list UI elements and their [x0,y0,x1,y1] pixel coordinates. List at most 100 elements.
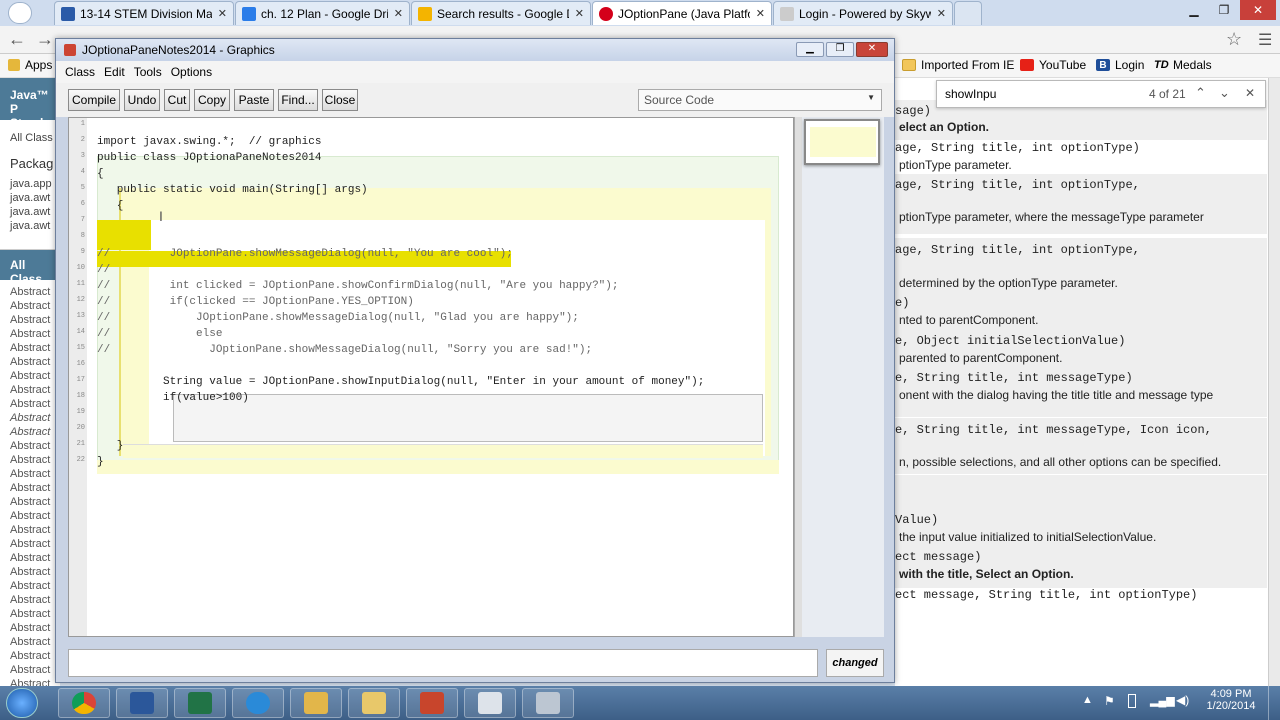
taskbar-outlook[interactable] [290,688,342,718]
apps-bookmark[interactable]: Apps [8,58,52,72]
taskbar-ie[interactable] [232,688,284,718]
class-link[interactable]: Abstract [0,510,60,524]
minimize-icon[interactable]: ▁ [1180,0,1208,20]
class-link[interactable]: Abstract [0,538,60,552]
code-line[interactable]: public static void main(String[] args) [97,182,368,198]
show-desktop-button[interactable] [1268,686,1280,720]
taskbar-excel[interactable] [174,688,226,718]
class-link[interactable]: Abstract [0,566,60,580]
battery-icon[interactable] [1128,694,1136,708]
class-link[interactable]: Abstract [0,300,60,314]
paste-button[interactable]: Paste [234,89,274,111]
method-signature[interactable]: e) [895,296,1267,310]
menu-class[interactable]: Class [65,65,95,79]
class-link[interactable]: Abstract [0,678,60,686]
find-button[interactable]: Find... [278,89,318,111]
tab-joptionpane[interactable]: JOptionPane (Java Platforn ✕ [592,1,772,25]
menu-tools[interactable]: Tools [134,65,162,79]
login-bookmark[interactable]: B Login [1096,58,1144,72]
class-link[interactable]: Abstract [0,440,60,454]
class-link[interactable]: Abstract [0,482,60,496]
method-signature[interactable]: ect message, String title, int optionTyp… [895,588,1267,602]
cut-button[interactable]: Cut [164,89,190,111]
taskbar-powerpoint[interactable] [406,688,458,718]
method-signature[interactable]: age, String title, int optionType, [895,178,1267,192]
package-link[interactable]: java.awt [0,192,60,206]
volume-icon[interactable]: ◀) [1176,693,1189,707]
undo-button[interactable]: Undo [124,89,160,111]
tray-arrow-icon[interactable]: ▲ [1082,694,1093,706]
class-link[interactable]: Abstract [0,412,60,426]
taskbar-chrome[interactable] [58,688,110,718]
maximize-icon[interactable]: ❐ [826,42,854,57]
class-link[interactable]: Abstract [0,286,60,300]
class-link[interactable]: Abstract [0,370,60,384]
class-link[interactable]: Abstract [0,594,60,608]
class-link[interactable]: Abstract [0,342,60,356]
code-line[interactable]: import javax.swing.*; // graphics [97,134,321,150]
class-link[interactable]: Abstract [0,454,60,468]
source-code-select[interactable]: Source Code ▼ [638,89,882,111]
taskbar-jgrasp[interactable] [522,688,574,718]
menu-options[interactable]: Options [171,65,212,79]
method-signature[interactable]: age, String title, int optionType) [895,141,1267,155]
code-line[interactable]: if(value>100) [97,390,249,406]
tab-login[interactable]: Login - Powered by Skyw ✕ [773,1,953,25]
code-line[interactable]: // JOptionPane.showMessageDialog(null, "… [97,246,513,262]
method-signature[interactable]: age, String title, int optionType, [895,243,1267,257]
class-link[interactable]: Abstract [0,664,60,678]
tab-stem[interactable]: 13-14 STEM Division Mate ✕ [54,1,234,25]
close-tab-icon[interactable]: ✕ [756,7,765,20]
code-line[interactable]: // if(clicked == JOptionPane.YES_OPTION) [97,294,414,310]
medals-bookmark[interactable]: TD Medals [1154,58,1212,72]
class-link[interactable]: Abstract [0,328,60,342]
class-link[interactable]: Abstract [0,468,60,482]
package-link[interactable]: java.awt [0,220,60,234]
compile-button[interactable]: Compile [68,89,120,111]
method-signature[interactable]: Value) [895,513,1267,527]
find-input[interactable]: showInpu [945,87,996,101]
all-classes-link[interactable]: All Class [0,132,60,146]
class-link[interactable]: Abstract [0,356,60,370]
method-signature[interactable]: e, Object initialSelectionValue) [895,334,1267,348]
flag-icon[interactable]: ⚑ [1104,694,1115,708]
editor-scrollbar[interactable] [794,117,802,637]
close-tab-icon[interactable]: ✕ [394,7,403,20]
class-link[interactable]: Abstract [0,398,60,412]
code-editor[interactable]: 1 2 3 4 5 6 7 8 9 10 11 12 13 14 15 16 17 18 19 20 21 22 impo… [68,117,794,637]
forward-icon[interactable]: → [36,29,54,50]
class-link[interactable]: Abstract [0,314,60,328]
method-signature[interactable]: e, String title, int messageType, Icon i… [895,423,1267,437]
close-tab-icon[interactable]: ✕ [218,7,227,20]
code-line[interactable]: } [97,438,124,454]
code-thumbnail[interactable] [804,119,880,165]
class-link[interactable]: Abstract [0,384,60,398]
taskbar-app[interactable] [464,688,516,718]
class-link[interactable]: Abstract [0,580,60,594]
code-line[interactable]: // else [97,326,222,342]
method-signature[interactable]: e, String title, int messageType) [895,371,1267,385]
tab-search[interactable]: Search results - Google Dr ✕ [411,1,591,25]
package-link[interactable]: java.awt [0,206,60,220]
start-button[interactable] [6,688,38,718]
close-tab-icon[interactable]: ✕ [937,7,946,20]
taskbar-word[interactable] [116,688,168,718]
profile-icon[interactable] [8,2,32,24]
close-icon[interactable]: ✕ [856,42,888,57]
class-link[interactable]: Abstract [0,636,60,650]
signal-icon[interactable]: ▂▄▆ [1150,694,1175,707]
copy-button[interactable]: Copy [194,89,230,111]
star-icon[interactable]: ☆ [1226,29,1242,50]
imported-bookmark[interactable]: Imported From IE [902,58,1014,72]
class-link[interactable]: Abstract [0,622,60,636]
code-line[interactable]: // JOptionPane.showMessageDialog(null, "… [97,310,579,326]
maximize-icon[interactable]: ❐ [1210,0,1238,20]
code-line[interactable]: // [97,262,110,278]
close-button[interactable]: Close [322,89,358,111]
chevron-down-icon[interactable]: ⌄ [1219,85,1230,101]
code-line[interactable]: // JOptionPane.showMessageDialog(null, "… [97,342,592,358]
code-line[interactable]: public class JOptionaPaneNotes2014 [97,150,321,166]
tab-ch12[interactable]: ch. 12 Plan - Google Drive ✕ [235,1,410,25]
close-tab-icon[interactable]: ✕ [575,7,584,20]
method-signature[interactable]: ect message) [895,550,1267,564]
